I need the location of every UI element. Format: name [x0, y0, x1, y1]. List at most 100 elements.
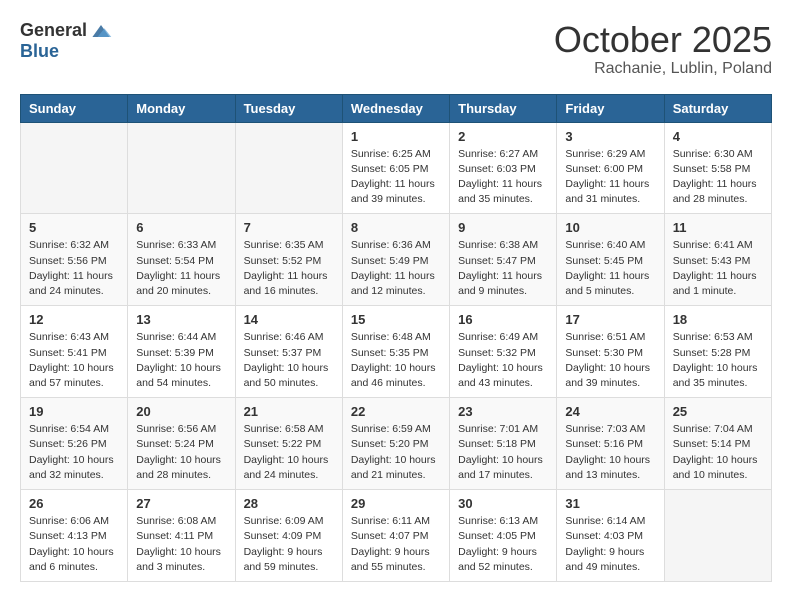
day-number: 10 — [565, 220, 655, 235]
calendar-cell: 15Sunrise: 6:48 AMSunset: 5:35 PMDayligh… — [342, 306, 449, 398]
calendar-cell: 22 Sunrise: 6:59 AMSunset: 5:20 PMDayligh… — [342, 398, 449, 490]
calendar-cell: 4Sunrise: 6:30 AMSunset: 5:58 PMDaylight… — [664, 122, 771, 214]
calendar-cell: 20 Sunrise: 6:56 AMSunset: 5:24 PMDayligh… — [128, 398, 235, 490]
day-info: Sunrise: 7:03 AMSunset: 5:16 PMDaylight:… — [565, 422, 655, 483]
day-info: Sunrise: 6:51 AMSunset: 5:30 PMDaylight:… — [565, 330, 655, 391]
calendar-cell — [128, 122, 235, 214]
day-info: Sunrise: 6:36 AMSunset: 5:49 PMDaylight:… — [351, 238, 441, 299]
day-number: 28 — [244, 496, 334, 511]
day-info: Sunrise: 6:27 AMSunset: 6:03 PMDaylight:… — [458, 147, 548, 208]
day-number: 2 — [458, 129, 548, 144]
day-number: 11 — [673, 220, 763, 235]
calendar-cell: 10 Sunrise: 6:40 AMSunset: 5:45 PMDayligh… — [557, 214, 664, 306]
weekday-header-sunday: Sunday — [21, 94, 128, 122]
week-row-2: 5 Sunrise: 6:32 AMSunset: 5:56 PMDaylight… — [21, 214, 772, 306]
calendar-cell: 26 Sunrise: 6:06 AMSunset: 4:13 PMDayligh… — [21, 490, 128, 582]
calendar-cell — [21, 122, 128, 214]
day-info: Sunrise: 6:43 AMSunset: 5:41 PMDaylight:… — [29, 330, 119, 391]
calendar-cell: 7Sunrise: 6:35 AMSunset: 5:52 PMDaylight… — [235, 214, 342, 306]
day-number: 31 — [565, 496, 655, 511]
day-info: Sunrise: 6:53 AMSunset: 5:28 PMDaylight:… — [673, 330, 763, 391]
day-info: Sunrise: 6:32 AMSunset: 5:56 PMDaylight:… — [29, 238, 119, 299]
calendar-cell: 2 Sunrise: 6:27 AMSunset: 6:03 PMDaylight… — [450, 122, 557, 214]
week-row-4: 19 Sunrise: 6:54 AMSunset: 5:26 PMDayligh… — [21, 398, 772, 490]
day-number: 16 — [458, 312, 548, 327]
day-number: 22 — [351, 404, 441, 419]
day-info: Sunrise: 6:56 AMSunset: 5:24 PMDaylight:… — [136, 422, 226, 483]
day-info: Sunrise: 6:14 AMSunset: 4:03 PMDaylight:… — [565, 514, 655, 575]
weekday-header-saturday: Saturday — [664, 94, 771, 122]
calendar-cell — [235, 122, 342, 214]
title-block: October 2025 Rachanie, Lublin, Poland — [554, 20, 772, 78]
calendar-cell: 24Sunrise: 7:03 AMSunset: 5:16 PMDayligh… — [557, 398, 664, 490]
day-number: 1 — [351, 129, 441, 144]
calendar-cell: 11 Sunrise: 6:41 AMSunset: 5:43 PMDayligh… — [664, 214, 771, 306]
day-number: 9 — [458, 220, 548, 235]
logo-blue-text: Blue — [20, 41, 59, 62]
location-text: Rachanie, Lublin, Poland — [554, 60, 772, 78]
calendar-cell: 27 Sunrise: 6:08 AMSunset: 4:11 PMDayligh… — [128, 490, 235, 582]
calendar-cell: 18 Sunrise: 6:53 AMSunset: 5:28 PMDayligh… — [664, 306, 771, 398]
calendar-cell: 14Sunrise: 6:46 AMSunset: 5:37 PMDayligh… — [235, 306, 342, 398]
day-info: Sunrise: 6:09 AMSunset: 4:09 PMDaylight:… — [244, 514, 334, 575]
calendar-cell — [664, 490, 771, 582]
calendar-cell: 6Sunrise: 6:33 AMSunset: 5:54 PMDaylight… — [128, 214, 235, 306]
day-info: Sunrise: 6:49 AMSunset: 5:32 PMDaylight:… — [458, 330, 548, 391]
calendar-cell: 19 Sunrise: 6:54 AMSunset: 5:26 PMDayligh… — [21, 398, 128, 490]
logo-general-text: General — [20, 20, 87, 41]
day-info: Sunrise: 6:29 AMSunset: 6:00 PMDaylight:… — [565, 147, 655, 208]
week-row-1: 1 Sunrise: 6:25 AMSunset: 6:05 PMDaylight… — [21, 122, 772, 214]
calendar-cell: 5 Sunrise: 6:32 AMSunset: 5:56 PMDaylight… — [21, 214, 128, 306]
weekday-header-tuesday: Tuesday — [235, 94, 342, 122]
weekday-header-thursday: Thursday — [450, 94, 557, 122]
calendar-cell: 25 Sunrise: 7:04 AMSunset: 5:14 PMDayligh… — [664, 398, 771, 490]
day-info: Sunrise: 6:06 AMSunset: 4:13 PMDaylight:… — [29, 514, 119, 575]
month-title: October 2025 — [554, 20, 772, 60]
day-info: Sunrise: 6:25 AMSunset: 6:05 PMDaylight:… — [351, 147, 441, 208]
logo: General Blue — [20, 20, 113, 62]
day-info: Sunrise: 6:08 AMSunset: 4:11 PMDaylight:… — [136, 514, 226, 575]
day-number: 20 — [136, 404, 226, 419]
day-number: 18 — [673, 312, 763, 327]
day-info: Sunrise: 6:54 AMSunset: 5:26 PMDaylight:… — [29, 422, 119, 483]
day-info: Sunrise: 6:41 AMSunset: 5:43 PMDaylight:… — [673, 238, 763, 299]
day-number: 27 — [136, 496, 226, 511]
weekday-header-monday: Monday — [128, 94, 235, 122]
logo-icon — [89, 21, 113, 41]
page-header: General Blue October 2025 Rachanie, Lubl… — [20, 20, 772, 78]
day-info: Sunrise: 6:59 AMSunset: 5:20 PMDaylight:… — [351, 422, 441, 483]
day-number: 25 — [673, 404, 763, 419]
calendar-table: SundayMondayTuesdayWednesdayThursdayFrid… — [20, 94, 772, 582]
calendar-cell: 29Sunrise: 6:11 AMSunset: 4:07 PMDayligh… — [342, 490, 449, 582]
day-info: Sunrise: 6:38 AMSunset: 5:47 PMDaylight:… — [458, 238, 548, 299]
day-info: Sunrise: 6:44 AMSunset: 5:39 PMDaylight:… — [136, 330, 226, 391]
week-row-5: 26 Sunrise: 6:06 AMSunset: 4:13 PMDayligh… — [21, 490, 772, 582]
day-number: 3 — [565, 129, 655, 144]
calendar-cell: 13 Sunrise: 6:44 AMSunset: 5:39 PMDayligh… — [128, 306, 235, 398]
day-info: Sunrise: 6:30 AMSunset: 5:58 PMDaylight:… — [673, 147, 763, 208]
day-number: 26 — [29, 496, 119, 511]
day-number: 30 — [458, 496, 548, 511]
day-number: 23 — [458, 404, 548, 419]
calendar-cell: 1 Sunrise: 6:25 AMSunset: 6:05 PMDaylight… — [342, 122, 449, 214]
calendar-cell: 9 Sunrise: 6:38 AMSunset: 5:47 PMDaylight… — [450, 214, 557, 306]
day-number: 13 — [136, 312, 226, 327]
day-info: Sunrise: 6:40 AMSunset: 5:45 PMDaylight:… — [565, 238, 655, 299]
week-row-3: 12Sunrise: 6:43 AMSunset: 5:41 PMDayligh… — [21, 306, 772, 398]
calendar-cell: 8Sunrise: 6:36 AMSunset: 5:49 PMDaylight… — [342, 214, 449, 306]
day-number: 6 — [136, 220, 226, 235]
calendar-cell: 30Sunrise: 6:13 AMSunset: 4:05 PMDayligh… — [450, 490, 557, 582]
calendar-cell: 28 Sunrise: 6:09 AMSunset: 4:09 PMDayligh… — [235, 490, 342, 582]
day-number: 29 — [351, 496, 441, 511]
calendar-cell: 3 Sunrise: 6:29 AMSunset: 6:00 PMDaylight… — [557, 122, 664, 214]
day-info: Sunrise: 7:04 AMSunset: 5:14 PMDaylight:… — [673, 422, 763, 483]
weekday-header-row: SundayMondayTuesdayWednesdayThursdayFrid… — [21, 94, 772, 122]
day-number: 5 — [29, 220, 119, 235]
calendar-cell: 23Sunrise: 7:01 AMSunset: 5:18 PMDayligh… — [450, 398, 557, 490]
day-number: 14 — [244, 312, 334, 327]
day-number: 17 — [565, 312, 655, 327]
calendar-cell: 21Sunrise: 6:58 AMSunset: 5:22 PMDayligh… — [235, 398, 342, 490]
calendar-cell: 16 Sunrise: 6:49 AMSunset: 5:32 PMDayligh… — [450, 306, 557, 398]
day-number: 19 — [29, 404, 119, 419]
day-number: 15 — [351, 312, 441, 327]
